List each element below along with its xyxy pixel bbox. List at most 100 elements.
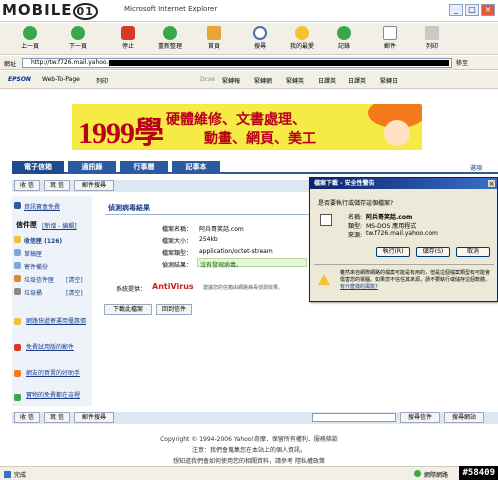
translate-link-5[interactable]: 日譯英: [348, 76, 366, 85]
drafts-icon: [14, 249, 21, 256]
translate-link-4[interactable]: 日譯英: [318, 76, 336, 85]
provider-note: 建議您的信箱由網路病毒偵測效果。: [203, 285, 284, 291]
favorites-button[interactable]: 我的最愛: [282, 26, 322, 50]
stop-icon: [121, 26, 135, 40]
mail-search-button[interactable]: 郵件搜尋: [74, 180, 114, 191]
redacted-url-bar: [109, 60, 449, 66]
dialog-from-label: 來源:: [348, 232, 363, 239]
dialog-type-label: 類型:: [348, 223, 363, 230]
empty-trash-link[interactable]: [清空]: [66, 288, 83, 297]
address-input[interactable]: http://tw.f726.mail.yahoo.com: [22, 58, 452, 68]
trial-promo-icon: [14, 344, 21, 351]
dialog-cancel-button[interactable]: 取消: [456, 247, 490, 257]
mail-tabs: 電子信箱 通訊錄 行事曆 記事本: [12, 161, 498, 174]
promo-link-3[interactable]: 網友的買賣的好助手: [26, 368, 86, 377]
bottom-receive-button[interactable]: 收 信: [14, 412, 40, 423]
banner-ad[interactable]: 1999學 硬體維修、文書處理、 動畫、網頁、美工: [72, 104, 422, 150]
filetype-value: application/octet-stream: [199, 248, 273, 255]
translate-link-1[interactable]: 緊轉報: [222, 76, 240, 85]
treasure-promo-icon: [14, 394, 21, 401]
web-to-page-link[interactable]: Web-To-Page: [42, 76, 80, 83]
risk-link[interactable]: 有什麼樣的風險?: [340, 284, 378, 290]
back-button[interactable]: 上一頁: [10, 26, 50, 50]
search-mail-select[interactable]: 搜尋信件: [400, 412, 440, 423]
filetype-label: 檔案類型：: [162, 250, 193, 257]
inbox-icon: [14, 236, 21, 243]
options-link[interactable]: 選項: [470, 163, 482, 172]
sidebar-item-spam[interactable]: 垃圾信件匣: [24, 275, 54, 284]
close-window-button[interactable]: ×: [481, 4, 495, 16]
privacy-policy-line: 想知道我們會如何使用您的相關資料，請參考 隱私權政策: [173, 458, 325, 465]
status-text: 完成: [14, 472, 27, 479]
receive-button[interactable]: 收 信: [14, 180, 40, 191]
empty-spam-link[interactable]: [清空]: [66, 275, 83, 284]
provider-label: 系統提供：: [116, 286, 147, 293]
history-button[interactable]: 記錄: [324, 26, 364, 50]
filename-value: 阿兵哥笑話.com: [199, 226, 244, 233]
maximize-button[interactable]: □: [465, 4, 479, 16]
compose-button[interactable]: 寫 信: [44, 180, 70, 191]
dialog-warning-text: 雖然來自網際網路的檔案可能是有用的，但是這個檔案類型有可能會傷害您的電腦。如果您…: [340, 270, 491, 290]
sidebar-item-drafts[interactable]: 草稿匣: [24, 249, 42, 258]
back-to-mail-button[interactable]: 回到信件: [156, 304, 192, 315]
sidebar-item-sent[interactable]: 寄件備份: [24, 262, 48, 271]
dcxe-label: Dcxe: [200, 76, 215, 83]
sidebar-item-inbox[interactable]: 收信匣 (126): [24, 236, 62, 245]
minimize-button[interactable]: _: [449, 4, 463, 16]
scan-result-value: 沒有發現病毒。: [200, 262, 243, 269]
home-button[interactable]: 首頁: [194, 26, 234, 50]
refresh-icon: [163, 26, 177, 40]
dialog-close-icon[interactable]: ×: [487, 179, 496, 188]
dialog-question: 是否要執行或儲存這個檔案?: [318, 200, 394, 207]
promo-link-4[interactable]: 寶物的免費都在這裡: [26, 390, 86, 399]
forward-arrow-icon: [71, 26, 85, 40]
scan-result-label: 偵測結果：: [162, 262, 193, 269]
mail-sidebar: 資訊寶盒免費 信件匣 [新增 - 編輯] 收信匣 (126) 草稿匣 寄件備份 …: [12, 196, 92, 406]
dialog-name-label: 名稱:: [348, 214, 363, 221]
download-file-button[interactable]: 下載此檔案: [104, 304, 152, 315]
new-edit-folder-link[interactable]: [新增 - 編輯]: [42, 221, 77, 230]
print-link[interactable]: 列印: [96, 76, 108, 85]
bottom-mail-search-button[interactable]: 郵件搜尋: [74, 412, 114, 423]
banner-line1: 硬體維修、文書處理、: [166, 112, 306, 128]
info-box-link[interactable]: 資訊寶盒免費: [24, 202, 60, 211]
mail-icon: [383, 26, 397, 40]
refresh-button[interactable]: 重新整理: [150, 26, 190, 50]
mailbox-header: 信件匣: [16, 221, 37, 229]
mail-button[interactable]: 郵件: [370, 26, 410, 50]
promo-link-2[interactable]: 免費試用版的郵件: [26, 342, 86, 351]
tab-calendar[interactable]: 行事曆: [120, 161, 168, 174]
status-bar: 完成 網際網路: [0, 466, 498, 480]
dialog-run-button[interactable]: 執行(R): [376, 247, 410, 257]
search-web-button[interactable]: 搜尋網站: [444, 412, 484, 423]
translate-link-2[interactable]: 緊轉網: [254, 76, 272, 85]
page-footer: Copyright © 1994-2006 Yahoo!奇摩．保留所有權利．服務…: [0, 434, 498, 465]
bottom-compose-button[interactable]: 寫 信: [44, 412, 70, 423]
search-button[interactable]: 搜尋: [240, 26, 280, 50]
dialog-divider: [314, 264, 494, 265]
epson-logo: EPSON: [8, 76, 31, 83]
banner-number: 1999學: [78, 117, 164, 150]
sidebar-item-trash[interactable]: 垃圾桶: [24, 288, 42, 297]
filesize-label: 檔案大小：: [162, 238, 193, 245]
bottom-search-input[interactable]: [312, 413, 396, 422]
back-arrow-icon: [23, 26, 37, 40]
promo-link-1[interactable]: 網路快遞寄運用優惠價: [26, 316, 86, 325]
stop-button[interactable]: 停止: [108, 26, 148, 50]
tab-notepad[interactable]: 記事本: [172, 161, 220, 174]
page-icon: [4, 471, 11, 478]
filesize-value: 254kb: [199, 236, 218, 243]
delivery-promo-icon: [14, 318, 21, 325]
epson-toolbar: EPSON Web-To-Page 列印 Dcxe 緊轉報 緊轉網 緊轉英 日譯…: [0, 71, 498, 89]
print-button[interactable]: 列印: [412, 26, 452, 50]
post-id-watermark: #58409: [459, 466, 498, 480]
go-button[interactable]: 移至: [456, 58, 468, 67]
home-icon: [207, 26, 221, 40]
dialog-save-button[interactable]: 儲存(S): [416, 247, 450, 257]
translate-link-6[interactable]: 緊轉日: [380, 76, 398, 85]
search-icon: [253, 26, 267, 40]
tab-contacts[interactable]: 通訊錄: [68, 161, 116, 174]
forward-button[interactable]: 下一頁: [58, 26, 98, 50]
translate-link-3[interactable]: 緊轉英: [286, 76, 304, 85]
tab-mail[interactable]: 電子信箱: [12, 161, 64, 174]
